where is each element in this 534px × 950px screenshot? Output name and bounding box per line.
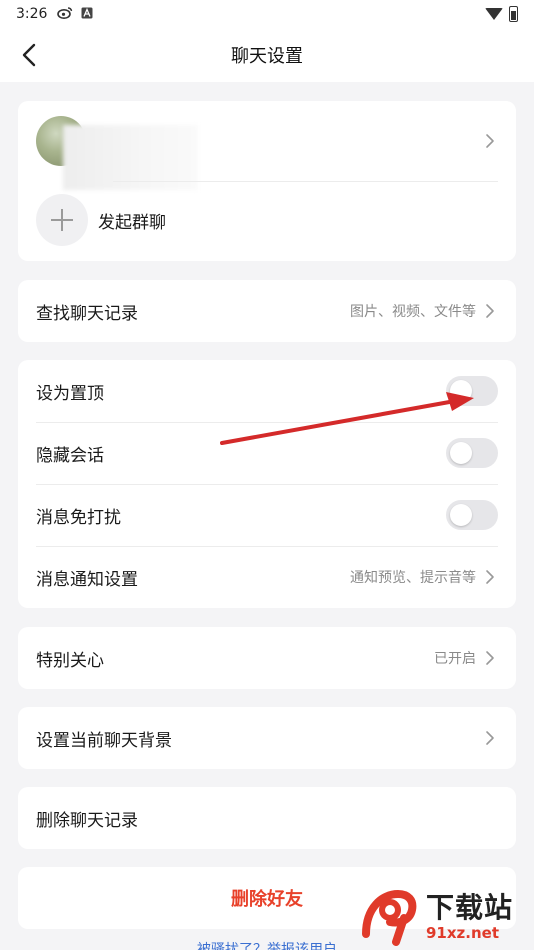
chevron-right-icon	[482, 133, 498, 149]
delete-history-card: 删除聊天记录	[18, 787, 516, 849]
chevron-right-icon	[482, 303, 498, 319]
pin-chat-toggle[interactable]	[446, 376, 498, 406]
watermark: 下载站 91xz.net	[360, 886, 530, 948]
hide-chat-label: 隐藏会话	[36, 445, 104, 466]
wifi-icon	[485, 8, 503, 20]
chat-settings-card: 设为置顶 隐藏会话 消息免打扰 消息通知设置 通知预览、提示音等	[18, 360, 516, 608]
page-title: 聊天设置	[231, 46, 303, 67]
plus-icon[interactable]	[36, 194, 88, 246]
search-history-card: 查找聊天记录 图片、视频、文件等	[18, 280, 516, 342]
battery-icon	[509, 6, 518, 22]
special-care-card: 特别关心 已开启	[18, 627, 516, 689]
watermark-url: 91xz.net	[426, 924, 500, 942]
delete-history-label: 删除聊天记录	[36, 810, 138, 831]
notification-settings-label: 消息通知设置	[36, 569, 138, 590]
status-bar: 3:26	[0, 0, 534, 28]
a-icon	[81, 7, 93, 22]
chat-background-row[interactable]: 设置当前聊天背景	[18, 707, 516, 769]
weibo-icon	[57, 6, 73, 22]
hide-chat-toggle[interactable]	[446, 438, 498, 468]
chevron-right-icon	[482, 730, 498, 746]
special-care-status: 已开启	[434, 651, 476, 667]
notification-settings-row[interactable]: 消息通知设置 通知预览、提示音等	[18, 546, 516, 608]
pin-chat-label: 设为置顶	[36, 383, 104, 404]
special-care-label: 特别关心	[36, 650, 104, 671]
watermark-logo-icon	[360, 888, 422, 946]
search-history-label: 查找聊天记录	[36, 303, 138, 324]
delete-history-row[interactable]: 删除聊天记录	[18, 787, 516, 849]
notification-settings-hint: 通知预览、提示音等	[350, 570, 476, 586]
status-time: 3:26	[16, 6, 48, 22]
start-group-chat-label: 发起群聊	[98, 212, 166, 233]
chevron-right-icon	[482, 650, 498, 666]
chat-background-label: 设置当前聊天背景	[36, 730, 172, 751]
special-care-row[interactable]: 特别关心 已开启	[18, 627, 516, 689]
pin-chat-row: 设为置顶	[18, 360, 516, 422]
profile-card: 发起群聊	[18, 101, 516, 261]
back-button[interactable]	[14, 40, 44, 70]
chevron-left-icon	[22, 43, 36, 67]
chat-background-card: 设置当前聊天背景	[18, 707, 516, 769]
header-bar: 聊天设置	[0, 28, 534, 82]
mute-label: 消息免打扰	[36, 507, 121, 528]
friend-profile-row[interactable]	[18, 101, 516, 190]
mute-toggle[interactable]	[446, 500, 498, 530]
hide-chat-row: 隐藏会话	[18, 422, 516, 484]
mute-row: 消息免打扰	[18, 484, 516, 546]
watermark-title: 下载站	[426, 891, 514, 924]
start-group-chat-row[interactable]: 发起群聊	[18, 181, 516, 259]
search-history-row[interactable]: 查找聊天记录 图片、视频、文件等	[18, 280, 516, 342]
search-history-hint: 图片、视频、文件等	[350, 304, 476, 320]
chevron-right-icon	[482, 569, 498, 585]
delete-friend-label: 删除好友	[231, 889, 303, 910]
